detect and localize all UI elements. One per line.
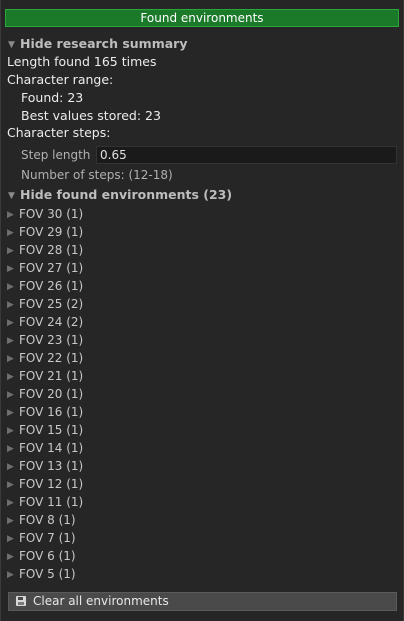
environment-item[interactable]: ▶ FOV 21 (1) [7, 367, 83, 385]
environment-item-label: FOV 11 (1) [19, 495, 84, 509]
environment-item[interactable]: ▶ FOV 24 (2) [7, 313, 83, 331]
environment-item-label: FOV 24 (2) [19, 315, 84, 329]
floppy-disk-icon [16, 596, 26, 606]
expand-right-arrow-icon: ▶ [7, 408, 14, 418]
step-length-input[interactable]: 0.65 [96, 146, 397, 164]
expand-down-arrow-icon: ▼ [8, 40, 15, 50]
found-environments-panel: Found environments ▼ Hide research summar… [0, 0, 404, 621]
step-length-label: Step length [21, 148, 91, 162]
research-summary-toggle[interactable]: ▼ Hide research summary [8, 35, 187, 53]
environment-item-label: FOV 6 (1) [19, 549, 76, 563]
research-summary-toggle-label: Hide research summary [20, 36, 188, 51]
environment-item[interactable]: ▶ FOV 11 (1) [7, 493, 83, 511]
expand-right-arrow-icon: ▶ [7, 300, 14, 310]
environment-item[interactable]: ▶ FOV 22 (1) [7, 349, 83, 367]
expand-right-arrow-icon: ▶ [7, 228, 14, 238]
best-values-text: Best values stored: 23 [21, 108, 161, 123]
environment-item[interactable]: ▶ FOV 30 (1) [7, 205, 83, 223]
expand-right-arrow-icon: ▶ [7, 246, 14, 256]
environment-item[interactable]: ▶ FOV 29 (1) [7, 223, 83, 241]
expand-right-arrow-icon: ▶ [7, 282, 14, 292]
length-found-text: Length found 165 times [7, 54, 157, 69]
expand-right-arrow-icon: ▶ [7, 444, 14, 454]
environment-item-label: FOV 27 (1) [19, 261, 84, 275]
environment-item-label: FOV 22 (1) [19, 351, 84, 365]
clear-all-environments-label: Clear all environments [33, 594, 169, 608]
environment-item[interactable]: ▶ FOV 28 (1) [7, 241, 83, 259]
number-of-steps-text: Number of steps: (12-18) [21, 168, 173, 182]
environment-item-label: FOV 29 (1) [19, 225, 84, 239]
environment-item-label: FOV 23 (1) [19, 333, 84, 347]
environment-item[interactable]: ▶ FOV 14 (1) [7, 439, 83, 457]
expand-right-arrow-icon: ▶ [7, 534, 14, 544]
environment-item[interactable]: ▶ FOV 8 (1) [7, 511, 76, 529]
found-environments-toggle-label: Hide found environments (23) [20, 187, 233, 202]
environment-item[interactable]: ▶ FOV 6 (1) [7, 547, 76, 565]
expand-right-arrow-icon: ▶ [7, 462, 14, 472]
environment-item-label: FOV 28 (1) [19, 243, 84, 257]
expand-right-arrow-icon: ▶ [7, 516, 14, 526]
environment-item-label: FOV 21 (1) [19, 369, 84, 383]
environment-item-label: FOV 26 (1) [19, 279, 84, 293]
environment-item[interactable]: ▶ FOV 26 (1) [7, 277, 83, 295]
found-environments-toggle[interactable]: ▼ Hide found environments (23) [8, 186, 232, 204]
panel-title: Found environments [5, 9, 399, 27]
expand-right-arrow-icon: ▶ [7, 426, 14, 436]
expand-right-arrow-icon: ▶ [7, 480, 14, 490]
expand-down-arrow-icon: ▼ [8, 191, 15, 201]
character-steps-label: Character steps: [7, 125, 111, 140]
environment-item-label: FOV 13 (1) [19, 459, 84, 473]
expand-right-arrow-icon: ▶ [7, 390, 14, 400]
environment-item[interactable]: ▶ FOV 23 (1) [7, 331, 83, 349]
environment-item-label: FOV 20 (1) [19, 387, 84, 401]
environment-item-label: FOV 15 (1) [19, 423, 84, 437]
environment-item-label: FOV 30 (1) [19, 207, 84, 221]
environment-item[interactable]: ▶ FOV 20 (1) [7, 385, 83, 403]
found-count-text: Found: 23 [21, 90, 84, 105]
environment-item-label: FOV 25 (2) [19, 297, 84, 311]
environment-item[interactable]: ▶ FOV 25 (2) [7, 295, 83, 313]
environment-item-label: FOV 7 (1) [19, 531, 76, 545]
environment-item-label: FOV 16 (1) [19, 405, 84, 419]
environment-item[interactable]: ▶ FOV 27 (1) [7, 259, 83, 277]
expand-right-arrow-icon: ▶ [7, 264, 14, 274]
environment-item[interactable]: ▶ FOV 16 (1) [7, 403, 83, 421]
environment-item[interactable]: ▶ FOV 5 (1) [7, 565, 76, 583]
expand-right-arrow-icon: ▶ [7, 498, 14, 508]
expand-right-arrow-icon: ▶ [7, 354, 14, 364]
expand-right-arrow-icon: ▶ [7, 570, 14, 580]
environment-item[interactable]: ▶ FOV 7 (1) [7, 529, 76, 547]
character-range-label: Character range: [7, 72, 114, 87]
environment-item-label: FOV 8 (1) [19, 513, 76, 527]
environment-item[interactable]: ▶ FOV 13 (1) [7, 457, 83, 475]
environment-item[interactable]: ▶ FOV 15 (1) [7, 421, 83, 439]
environment-item-label: FOV 14 (1) [19, 441, 84, 455]
expand-right-arrow-icon: ▶ [7, 336, 14, 346]
expand-right-arrow-icon: ▶ [7, 372, 14, 382]
environment-item-label: FOV 12 (1) [19, 477, 84, 491]
environment-item[interactable]: ▶ FOV 12 (1) [7, 475, 83, 493]
clear-all-environments-button[interactable]: Clear all environments [8, 592, 397, 611]
expand-right-arrow-icon: ▶ [7, 318, 14, 328]
environment-item-label: FOV 5 (1) [19, 567, 76, 581]
expand-right-arrow-icon: ▶ [7, 210, 14, 220]
expand-right-arrow-icon: ▶ [7, 552, 14, 562]
